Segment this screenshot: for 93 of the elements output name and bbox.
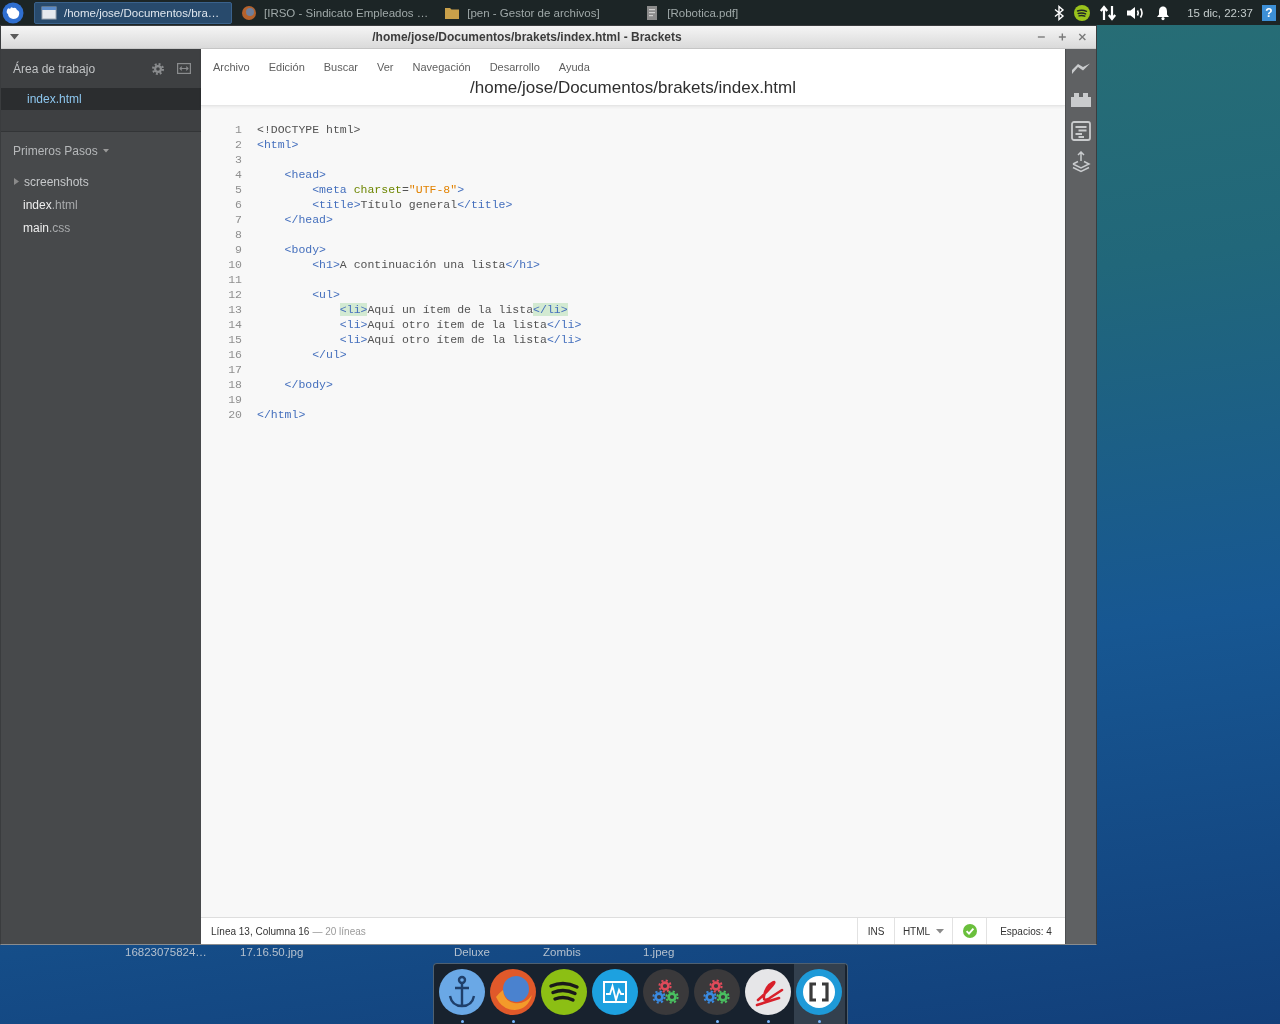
bracket-frame-icon — [796, 969, 842, 1015]
code-line: <!DOCTYPE html> — [257, 122, 361, 137]
file-item[interactable]: index.html — [1, 193, 201, 216]
menu-item[interactable]: Ayuda — [558, 61, 590, 73]
taskbar-button[interactable]: /home/jose/Documentos/bra… — [34, 1, 232, 24]
line-number: 13 — [227, 302, 242, 317]
three-arcs-icon — [541, 969, 587, 1015]
insert-mode-toggle[interactable]: INS — [857, 918, 894, 944]
line-number: 17 — [227, 362, 242, 377]
code-line: <h1>A continuación una lista</h1> — [312, 257, 540, 272]
pulse-monitor-icon — [592, 969, 638, 1015]
line-number: 3 — [234, 152, 242, 167]
line-number: 7 — [234, 212, 242, 227]
line-count: — 20 líneas — [312, 925, 366, 937]
folder-item[interactable]: screenshots — [1, 170, 201, 193]
taskbar-button[interactable]: [IRSO - Sindicato Empleados … — [234, 1, 436, 24]
line-number: 11 — [227, 272, 242, 287]
split-view-icon[interactable] — [177, 63, 191, 74]
file-item[interactable]: main.css — [1, 216, 201, 239]
line-number: 12 — [227, 287, 242, 302]
dock-launcher[interactable] — [793, 964, 845, 1024]
line-number: 9 — [234, 242, 242, 257]
line-number: 8 — [234, 227, 242, 242]
window-icon — [41, 4, 57, 21]
line-number: 16 — [227, 347, 242, 362]
caret-down-icon[interactable] — [10, 34, 19, 40]
line-number: 15 — [227, 332, 242, 347]
caret-down-icon — [102, 149, 109, 153]
brick-icon[interactable] — [1071, 92, 1091, 107]
code-line: <html> — [257, 137, 299, 152]
globe-icon — [241, 4, 257, 21]
desktop-file-label[interactable]: 16823075824… — [125, 946, 207, 958]
desktop-file-label[interactable]: 1.jpeg — [643, 946, 675, 958]
line-number: 14 — [227, 317, 242, 332]
taskbar-button[interactable]: [Robotica.pdf] — [637, 1, 836, 24]
code-line: <meta charset="UTF-8"> — [312, 182, 465, 197]
line-number: 1 — [234, 122, 242, 137]
check-circle-icon[interactable] — [962, 924, 977, 938]
pen-stroke-icon — [745, 969, 791, 1015]
language-dropdown[interactable]: HTML — [894, 918, 952, 944]
file-path-title: /home/jose/Documentos/brakets/index.html — [469, 77, 797, 99]
mouse-logo-icon[interactable] — [2, 1, 24, 24]
caret-down-icon — [936, 928, 945, 934]
up-down-arrows-icon[interactable] — [1099, 4, 1118, 21]
fox-globe-icon — [490, 969, 536, 1015]
clock[interactable]: 15 dic, 22:37 — [1187, 6, 1253, 19]
bluetooth-icon[interactable] — [1053, 4, 1066, 21]
section-title: Área de trabajo — [13, 61, 97, 76]
line-number: 2 — [234, 137, 242, 152]
caret-right-icon[interactable] — [14, 178, 19, 185]
line-number: 5 — [234, 182, 242, 197]
menu-item[interactable]: Desarrollo — [489, 61, 540, 73]
menu-item[interactable]: Navegación — [412, 61, 471, 73]
code-line: </html> — [257, 407, 306, 422]
code-line: <li>Aquí otro ítem de la lista</li> — [339, 317, 582, 332]
maximize-icon[interactable] — [1057, 32, 1067, 42]
line-number: 4 — [234, 167, 242, 182]
arcs-badge-icon[interactable] — [1074, 4, 1091, 21]
menu-item[interactable]: Archivo — [213, 61, 250, 73]
code-line: <ul> — [312, 287, 340, 302]
anchor-icon — [439, 969, 485, 1015]
layers-upload-icon[interactable] — [1071, 150, 1091, 173]
project-dropdown[interactable]: Primeros Pasos — [1, 140, 109, 162]
menu-item[interactable]: Buscar — [323, 61, 358, 73]
desktop-file-label[interactable]: Deluxe — [454, 946, 490, 958]
line-number: 6 — [234, 197, 242, 212]
cursor-position: Línea 13, Columna 16 — [211, 925, 310, 937]
code-line: </head> — [284, 212, 333, 227]
code-line: <li>Aquí un ítem de la lista</li> — [339, 302, 568, 317]
line-number: 20 — [227, 407, 242, 422]
desktop-file-label[interactable]: 17.16.50.jpg — [240, 946, 304, 958]
close-icon[interactable] — [1078, 32, 1087, 42]
code-line: <head> — [284, 167, 327, 182]
code-line: </body> — [284, 377, 333, 392]
zigzag-line-icon[interactable] — [1071, 62, 1091, 75]
line-number: 10 — [227, 257, 242, 272]
gears-icon — [694, 969, 740, 1015]
code-line: <body> — [284, 242, 327, 257]
menu-item[interactable]: Edición — [268, 61, 305, 73]
outline-panel-icon[interactable] — [1071, 120, 1091, 141]
menu-item[interactable]: Ver — [377, 61, 394, 73]
bell-icon[interactable] — [1155, 4, 1172, 21]
code-line: <title>Título general</title> — [312, 197, 513, 212]
line-number: 18 — [227, 377, 242, 392]
taskbar-button[interactable]: [pen - Gestor de archivos] — [437, 1, 636, 24]
window-title: /home/jose/Documentos/brakets/index.html - Brackets — [371, 30, 683, 44]
code-line: </ul> — [312, 347, 347, 362]
line-number: 19 — [227, 392, 242, 407]
settings-icon[interactable] — [152, 62, 164, 75]
code-line: <li>Aquí otro ítem de la lista</li> — [339, 332, 582, 347]
open-file-item[interactable]: index.html — [1, 88, 201, 110]
gears-icon — [643, 969, 689, 1015]
desktop-file-label[interactable]: Zombis — [543, 946, 581, 958]
